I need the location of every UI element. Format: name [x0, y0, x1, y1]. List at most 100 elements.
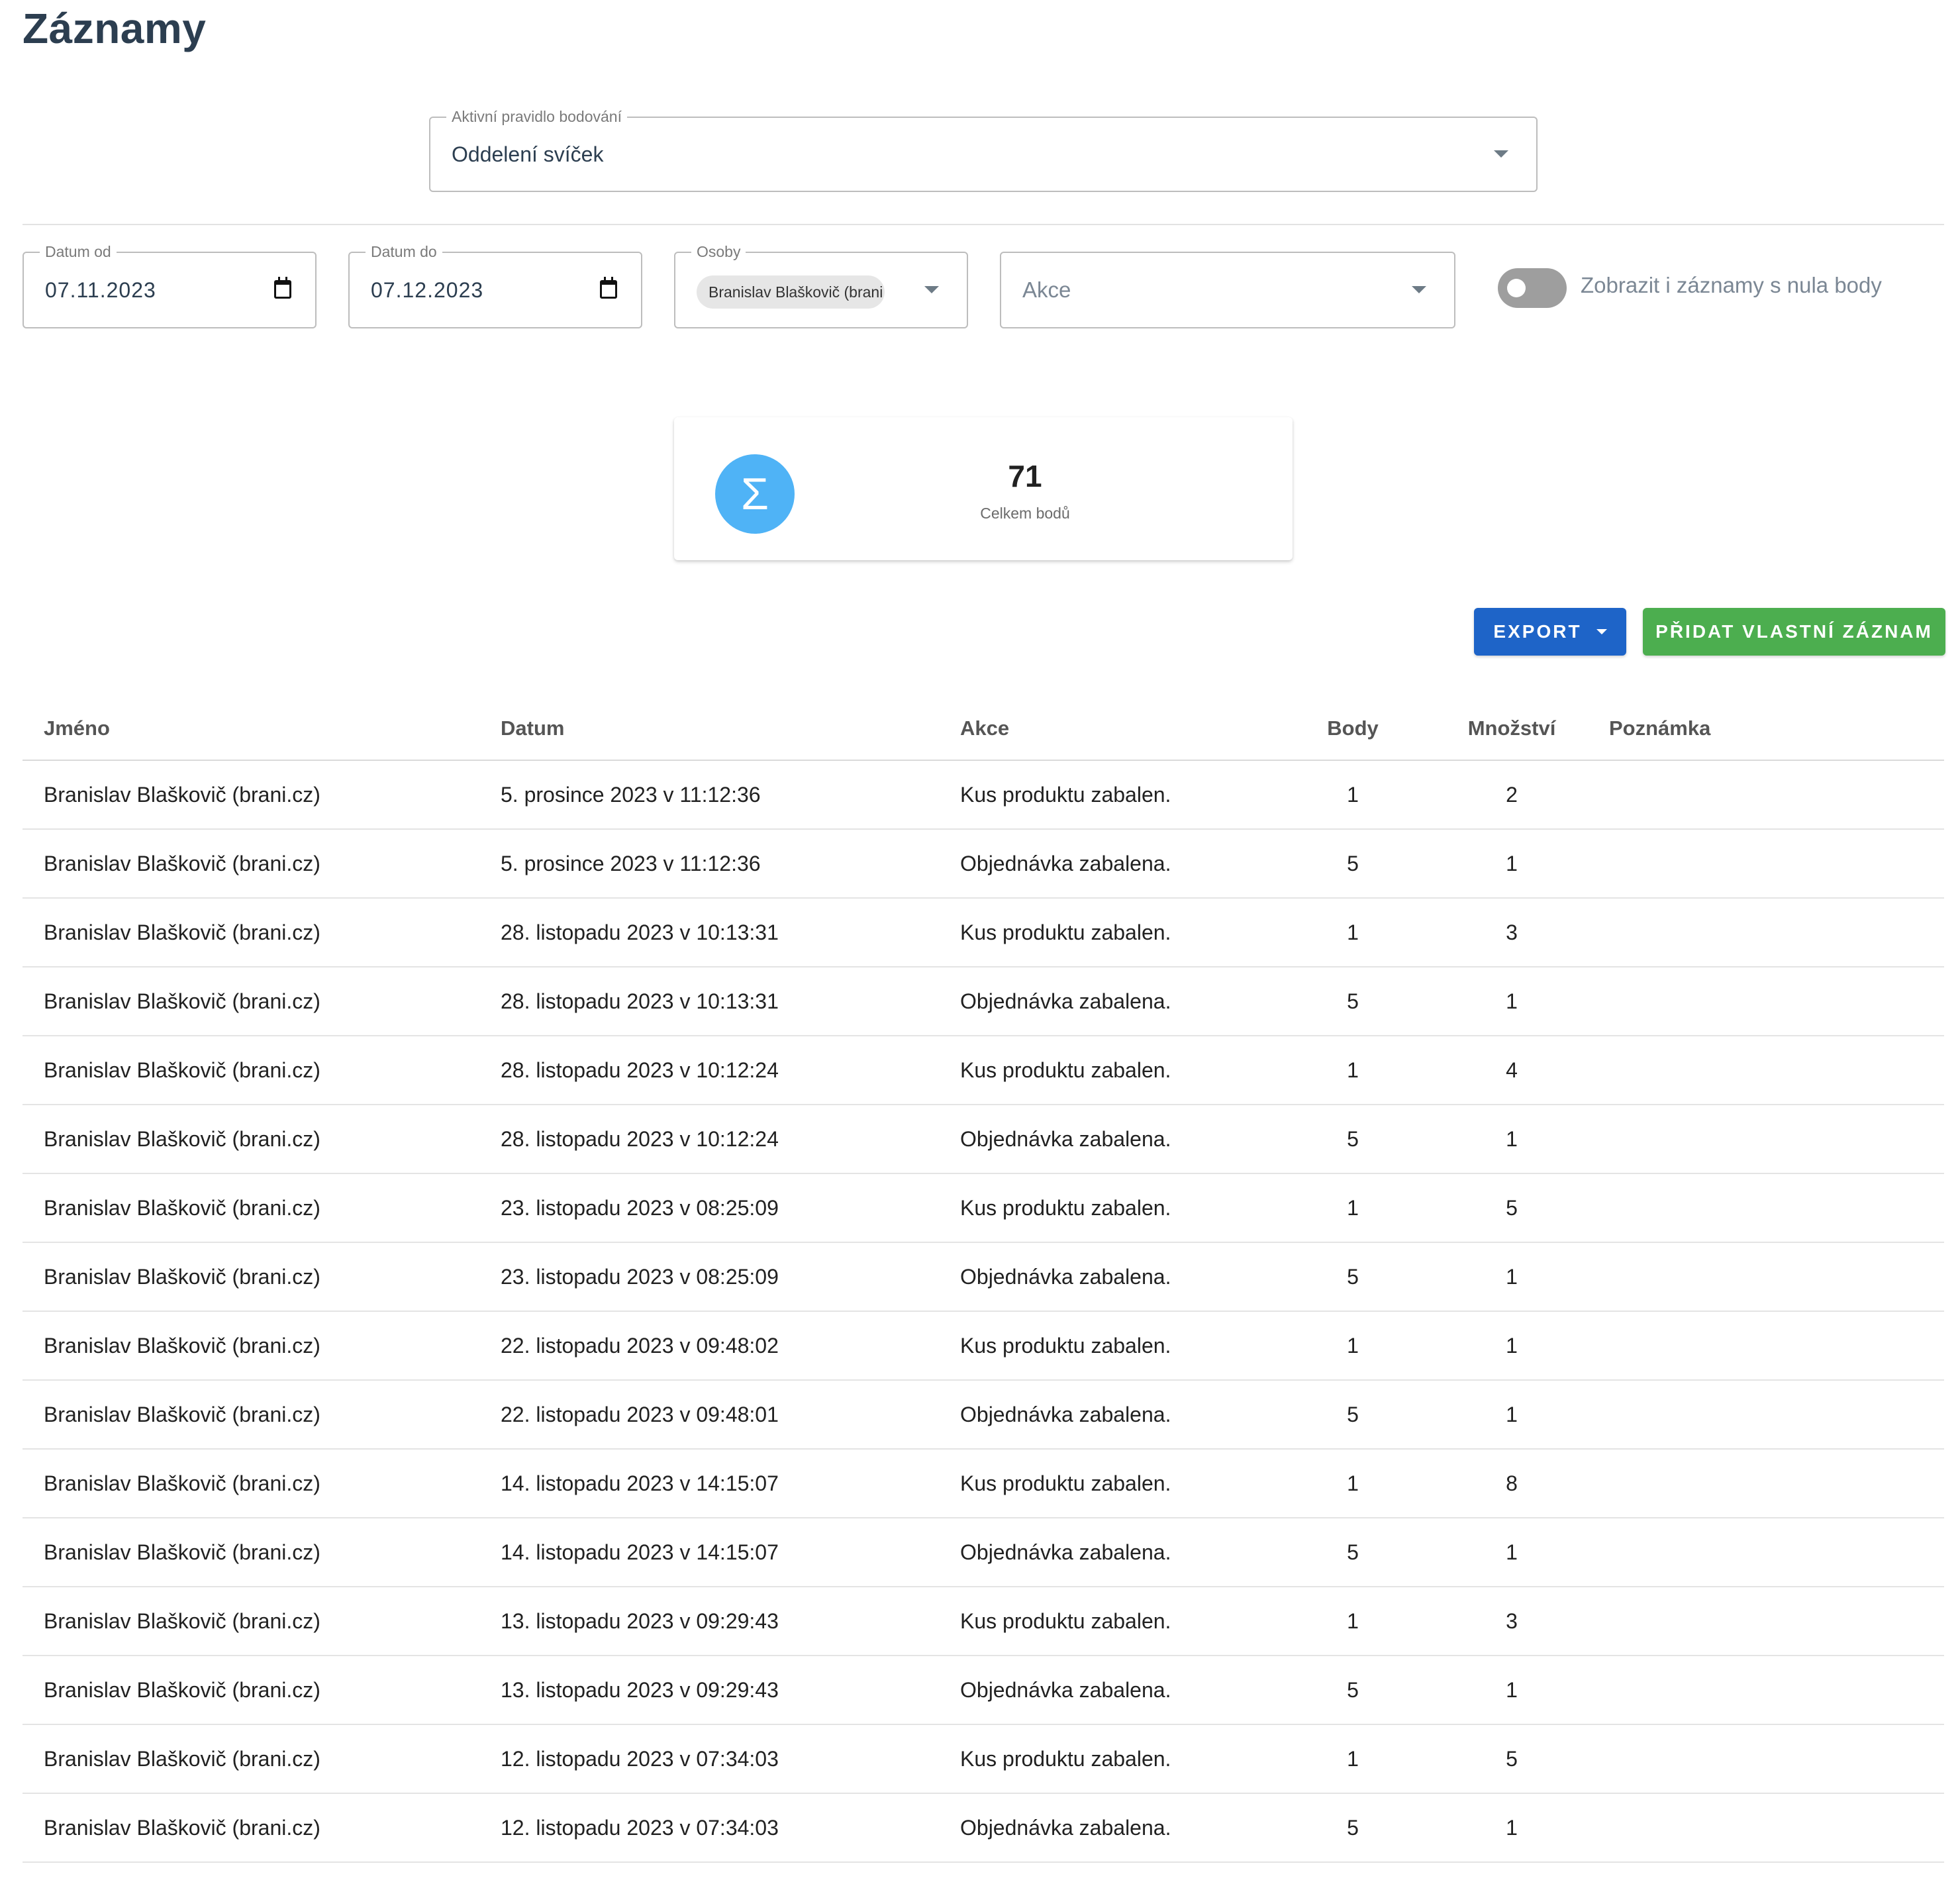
table-row[interactable]: Branislav Blaškovič (brani.cz) 23. listop… [23, 1242, 1944, 1312]
date-to-value[interactable]: 07.12.2023 [371, 253, 483, 327]
actions-placeholder: Akce [1022, 277, 1071, 302]
zero-points-toggle[interactable] [1498, 268, 1567, 308]
cell-note [1588, 760, 1944, 830]
table-row[interactable]: Branislav Blaškovič (brani.cz) 5. prosinc… [23, 760, 1944, 830]
page-title: Záznamy [23, 5, 207, 52]
cell-quantity: 1 [1436, 1380, 1588, 1450]
cell-note [1588, 1036, 1944, 1105]
chevron-down-icon[interactable] [924, 286, 939, 293]
cell-action: Objednávka zabalena. [939, 967, 1270, 1036]
cell-name: Branislav Blaškovič (brani.cz) [23, 1793, 479, 1863]
cell-date: 28. listopadu 2023 v 10:12:24 [479, 1105, 939, 1174]
table-row[interactable]: Branislav Blaškovič (brani.cz) 23. listop… [23, 1173, 1944, 1243]
column-header-points[interactable]: Body [1270, 697, 1436, 761]
add-custom-record-button[interactable]: PŘIDAT VLASTNÍ ZÁZNAM [1643, 608, 1945, 656]
cell-quantity: 2 [1436, 760, 1588, 830]
table-row[interactable]: Branislav Blaškovič (brani.cz) 13. listop… [23, 1656, 1944, 1725]
cell-action: Objednávka zabalena. [939, 1793, 1270, 1863]
cell-name: Branislav Blaškovič (brani.cz) [23, 1518, 479, 1587]
table-row[interactable]: Branislav Blaškovič (brani.cz) 28. listop… [23, 967, 1944, 1036]
cell-name: Branislav Blaškovič (brani.cz) [23, 1105, 479, 1174]
table-row[interactable]: Branislav Blaškovič (brani.cz) 14. listop… [23, 1449, 1944, 1518]
cell-date: 14. listopadu 2023 v 14:15:07 [479, 1518, 939, 1587]
cell-points: 1 [1270, 1724, 1436, 1794]
cell-points: 5 [1270, 1105, 1436, 1174]
cell-date: 13. listopadu 2023 v 09:29:43 [479, 1587, 939, 1656]
cell-note [1588, 1311, 1944, 1381]
table-row[interactable]: Branislav Blaškovič (brani.cz) 22. listop… [23, 1380, 1944, 1450]
zero-points-toggle-label[interactable]: Zobrazit i záznamy s nula body [1581, 273, 1882, 298]
scoring-rule-select[interactable]: Aktivní pravidlo bodování Oddelení svíče… [429, 107, 1538, 192]
caret-down-icon [1596, 629, 1607, 634]
cell-points: 1 [1270, 1311, 1436, 1381]
cell-note [1588, 967, 1944, 1036]
cell-points: 1 [1270, 1587, 1436, 1656]
cell-date: 13. listopadu 2023 v 09:29:43 [479, 1656, 939, 1725]
date-from-field[interactable]: Datum od 07.11.2023 [23, 242, 317, 328]
table-row[interactable]: Branislav Blaškovič (brani.cz) 5. prosinc… [23, 829, 1944, 899]
cell-name: Branislav Blaškovič (brani.cz) [23, 760, 479, 830]
cell-quantity: 1 [1436, 829, 1588, 899]
column-header-action[interactable]: Akce [939, 697, 1270, 761]
cell-points: 5 [1270, 1242, 1436, 1312]
column-header-note[interactable]: Poznámka [1588, 697, 1944, 761]
cell-date: 28. listopadu 2023 v 10:13:31 [479, 898, 939, 967]
cell-quantity: 8 [1436, 1449, 1588, 1518]
table-row[interactable]: Branislav Blaškovič (brani.cz) 28. listop… [23, 1036, 1944, 1105]
cell-action: Kus produktu zabalen. [939, 1449, 1270, 1518]
table-row[interactable]: Branislav Blaškovič (brani.cz) 12. listop… [23, 1724, 1944, 1794]
cell-quantity: 3 [1436, 1587, 1588, 1656]
table-row[interactable]: Branislav Blaškovič (brani.cz) 28. listop… [23, 898, 1944, 967]
cell-note [1588, 1724, 1944, 1794]
table-row[interactable]: Branislav Blaškovič (brani.cz) 13. listop… [23, 1587, 1944, 1656]
chevron-down-icon[interactable] [1494, 150, 1508, 158]
cell-points: 1 [1270, 760, 1436, 830]
cell-action: Objednávka zabalena. [939, 1518, 1270, 1587]
table-row[interactable]: Branislav Blaškovič (brani.cz) 12. listop… [23, 1793, 1944, 1863]
calendar-icon[interactable] [600, 277, 617, 299]
records-page: Záznamy Aktivní pravidlo bodování Oddele… [0, 0, 1960, 1882]
cell-note [1588, 1449, 1944, 1518]
table-row[interactable]: Branislav Blaškovič (brani.cz) 22. listop… [23, 1311, 1944, 1381]
actions-select[interactable]: Akce [1000, 252, 1455, 328]
cell-date: 23. listopadu 2023 v 08:25:09 [479, 1173, 939, 1243]
calendar-icon[interactable] [274, 277, 291, 299]
cell-quantity: 1 [1436, 1242, 1588, 1312]
sigma-icon: Σ [715, 454, 795, 534]
cell-quantity: 1 [1436, 1793, 1588, 1863]
cell-points: 1 [1270, 898, 1436, 967]
date-to-field[interactable]: Datum do 07.12.2023 [348, 242, 642, 328]
cell-action: Kus produktu zabalen. [939, 1311, 1270, 1381]
column-header-name[interactable]: Jméno [23, 697, 479, 761]
chevron-down-icon[interactable] [1412, 286, 1426, 293]
cell-action: Kus produktu zabalen. [939, 1724, 1270, 1794]
table-row[interactable]: Branislav Blaškovič (brani.cz) 14. listop… [23, 1518, 1944, 1587]
cell-points: 1 [1270, 1173, 1436, 1243]
persons-select[interactable]: Osoby Branislav Blaškovič (brani.cz) [674, 242, 968, 328]
cell-action: Kus produktu zabalen. [939, 1587, 1270, 1656]
column-header-date[interactable]: Datum [479, 697, 939, 761]
cell-name: Branislav Blaškovič (brani.cz) [23, 1311, 479, 1381]
persons-label: Osoby [691, 242, 746, 261]
date-from-value[interactable]: 07.11.2023 [45, 253, 156, 327]
column-header-quantity[interactable]: Množství [1436, 697, 1588, 761]
cell-quantity: 5 [1436, 1173, 1588, 1243]
cell-points: 1 [1270, 1449, 1436, 1518]
cell-note [1588, 1793, 1944, 1863]
person-chip[interactable]: Branislav Blaškovič (brani.cz) [697, 275, 885, 309]
cell-action: Kus produktu zabalen. [939, 760, 1270, 830]
cell-date: 12. listopadu 2023 v 07:34:03 [479, 1724, 939, 1794]
export-button[interactable]: EXPORT [1474, 608, 1626, 656]
cell-name: Branislav Blaškovič (brani.cz) [23, 898, 479, 967]
table-row[interactable]: Branislav Blaškovič (brani.cz) 28. listop… [23, 1105, 1944, 1174]
cell-quantity: 1 [1436, 967, 1588, 1036]
export-button-label: EXPORT [1493, 621, 1582, 642]
cell-points: 5 [1270, 1656, 1436, 1725]
cell-quantity: 1 [1436, 1105, 1588, 1174]
cell-name: Branislav Blaškovič (brani.cz) [23, 1449, 479, 1518]
cell-note [1588, 1587, 1944, 1656]
cell-date: 22. listopadu 2023 v 09:48:01 [479, 1380, 939, 1450]
total-points-value: 71 [1008, 459, 1042, 493]
scoring-rule-value: Oddelení svíček [452, 142, 604, 166]
cell-action: Objednávka zabalena. [939, 1656, 1270, 1725]
